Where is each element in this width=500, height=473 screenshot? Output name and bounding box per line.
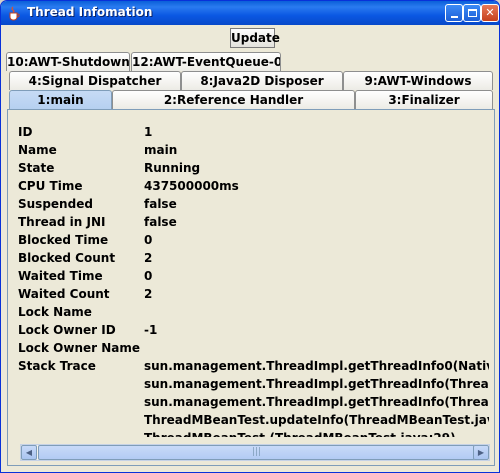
field-label: ID	[18, 125, 33, 139]
field-value: main	[144, 143, 178, 157]
field-value: 437500000ms	[144, 179, 239, 193]
maximize-button[interactable]	[463, 4, 481, 22]
field-value: false	[144, 197, 177, 211]
stack-frame: sun.management.ThreadImpl.getThreadInfo(…	[144, 377, 489, 391]
grip-icon: |||	[251, 447, 262, 457]
scrollbar-thumb[interactable]: |||	[38, 445, 475, 460]
field-value: 0	[144, 269, 153, 283]
field-label: CPU Time	[18, 179, 83, 193]
stack-trace-label: Stack Trace	[18, 359, 96, 373]
java-cup-icon	[9, 6, 20, 21]
field-label: Waited Count	[18, 287, 110, 301]
tab-awt-eventqueue[interactable]: 12:AWT-EventQueue-0	[131, 52, 281, 71]
field-value: 1	[144, 125, 153, 139]
field-value: 0	[144, 233, 153, 247]
field-label: Lock Owner ID	[18, 323, 116, 337]
tab-java2d-disposer[interactable]: 8:Java2D Disposer	[181, 71, 343, 90]
thread-info-panel: ID 1 Name main State Running CPU Time 43…	[7, 109, 495, 466]
stack-frame: sun.management.ThreadImpl.getThreadInfo0…	[144, 359, 489, 373]
field-label: Lock Owner Name	[18, 341, 141, 355]
field-label: Suspended	[18, 197, 93, 211]
stack-frame: sun.management.ThreadImpl.getThreadInfo(…	[144, 395, 489, 409]
field-label: State	[18, 161, 55, 175]
tab-awt-shutdown[interactable]: 10:AWT-Shutdown	[6, 52, 130, 71]
scroll-right-button[interactable]: ▶	[473, 445, 489, 460]
tab-reference-handler[interactable]: 2:Reference Handler	[112, 90, 355, 109]
thread-information-window: Thread Infomation ✕ Update 10:AWT-Shutdo…	[0, 0, 500, 473]
chevron-right-icon: ▶	[477, 448, 485, 457]
content-pane: Update 10:AWT-Shutdown 12:AWT-EventQueue…	[4, 25, 496, 471]
update-button[interactable]: Update	[230, 28, 280, 48]
minimize-icon	[450, 16, 458, 18]
field-value: -1	[144, 323, 158, 337]
close-button[interactable]: ✕	[481, 4, 499, 22]
minimize-button[interactable]	[445, 4, 463, 22]
scroll-left-button[interactable]: ◀	[21, 445, 37, 460]
field-label: Blocked Count	[18, 251, 116, 265]
close-icon: ✕	[485, 6, 495, 19]
chevron-left-icon: ◀	[25, 448, 33, 457]
tab-finalizer[interactable]: 3:Finalizer	[355, 90, 493, 109]
horizontal-scrollbar[interactable]: ◀ ||| ▶	[20, 444, 490, 461]
stack-frame: ThreadMBeanTest.updateInfo(ThreadMBeanTe…	[144, 413, 489, 427]
stack-frame: ThreadMBeanTest.(ThreadMBeanTest.java:29…	[144, 429, 489, 437]
tab-signal-dispatcher[interactable]: 4:Signal Dispatcher	[9, 71, 181, 90]
field-label: Lock Name	[18, 305, 92, 319]
field-value: Running	[144, 161, 201, 175]
field-value: 2	[144, 287, 153, 301]
field-label: Waited Time	[18, 269, 103, 283]
field-label: Blocked Time	[18, 233, 109, 247]
maximize-icon	[467, 9, 477, 17]
field-value: false	[144, 215, 177, 229]
field-label: Thread in JNI	[18, 215, 106, 229]
field-value: 2	[144, 251, 153, 265]
stack-trace-list[interactable]: sun.management.ThreadImpl.getThreadInfo0…	[144, 357, 489, 437]
title-bar[interactable]: Thread Infomation ✕	[1, 1, 499, 25]
field-label: Name	[18, 143, 57, 157]
tab-awt-windows[interactable]: 9:AWT-Windows	[343, 71, 493, 90]
window-title: Thread Infomation	[27, 5, 153, 19]
tab-main[interactable]: 1:main	[9, 90, 112, 109]
